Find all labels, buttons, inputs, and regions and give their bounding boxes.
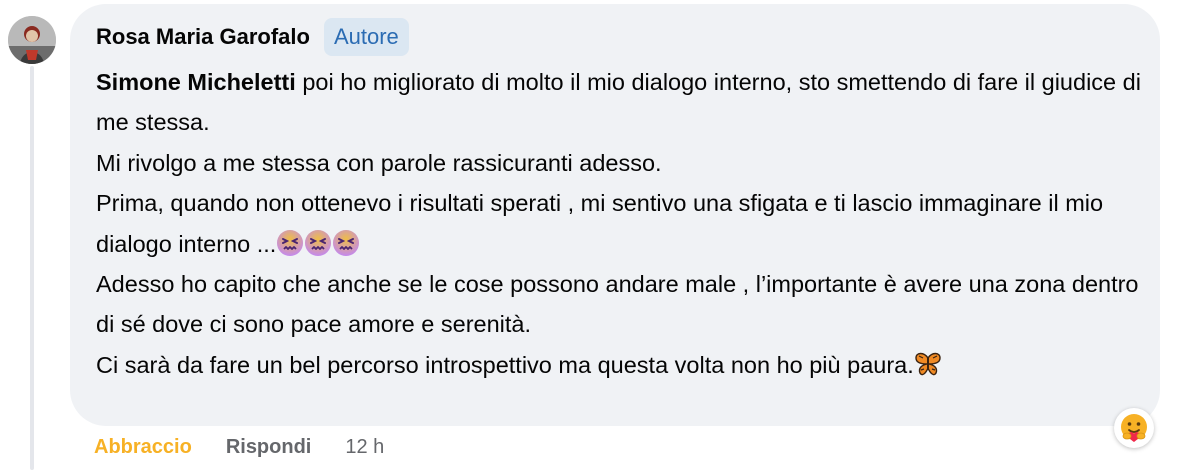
comment-paragraph-4: Adesso ho capito che anche se le cose po… xyxy=(96,271,1139,338)
timestamp[interactable]: 12 h xyxy=(345,436,384,459)
comment-paragraph-3-text: Prima, quando non ottenevo i risultati s… xyxy=(96,190,1104,257)
author-name[interactable]: Rosa Maria Garofalo xyxy=(96,24,310,50)
care-hug-emoji-icon[interactable] xyxy=(1114,408,1154,448)
comment-text: Simone Micheletti poi ho migliorato di m… xyxy=(96,62,1146,385)
comment-paragraph-5: Ci sarà da fare un bel percorso introspe… xyxy=(96,345,1146,385)
butterfly-icon xyxy=(914,350,942,378)
confounded-face-icon xyxy=(276,229,304,257)
reply-button[interactable]: Rispondi xyxy=(226,436,312,459)
confounded-face-icon xyxy=(332,229,360,257)
avatar[interactable] xyxy=(8,16,56,64)
comment-actions: Abbraccio Rispondi 12 h xyxy=(94,436,384,459)
confounded-face-icon xyxy=(304,229,332,257)
reply-thread-line xyxy=(30,66,34,470)
comment-bubble: Rosa Maria Garofalo Autore Simone Michel… xyxy=(70,4,1160,426)
reaction-button[interactable]: Abbraccio xyxy=(94,436,192,459)
author-badge: Autore xyxy=(323,18,409,56)
comment-paragraph-2: Mi rivolgo a me stessa con parole rassic… xyxy=(96,149,662,176)
mention-link[interactable]: Simone Micheletti xyxy=(96,69,296,95)
comment-paragraph-5-text: Ci sarà da fare un bel percorso introspe… xyxy=(96,351,914,378)
comment-paragraph-1: Simone Micheletti poi ho migliorato di m… xyxy=(96,62,1146,143)
comment-paragraph-3: Prima, quando non ottenevo i risultati s… xyxy=(96,183,1146,264)
